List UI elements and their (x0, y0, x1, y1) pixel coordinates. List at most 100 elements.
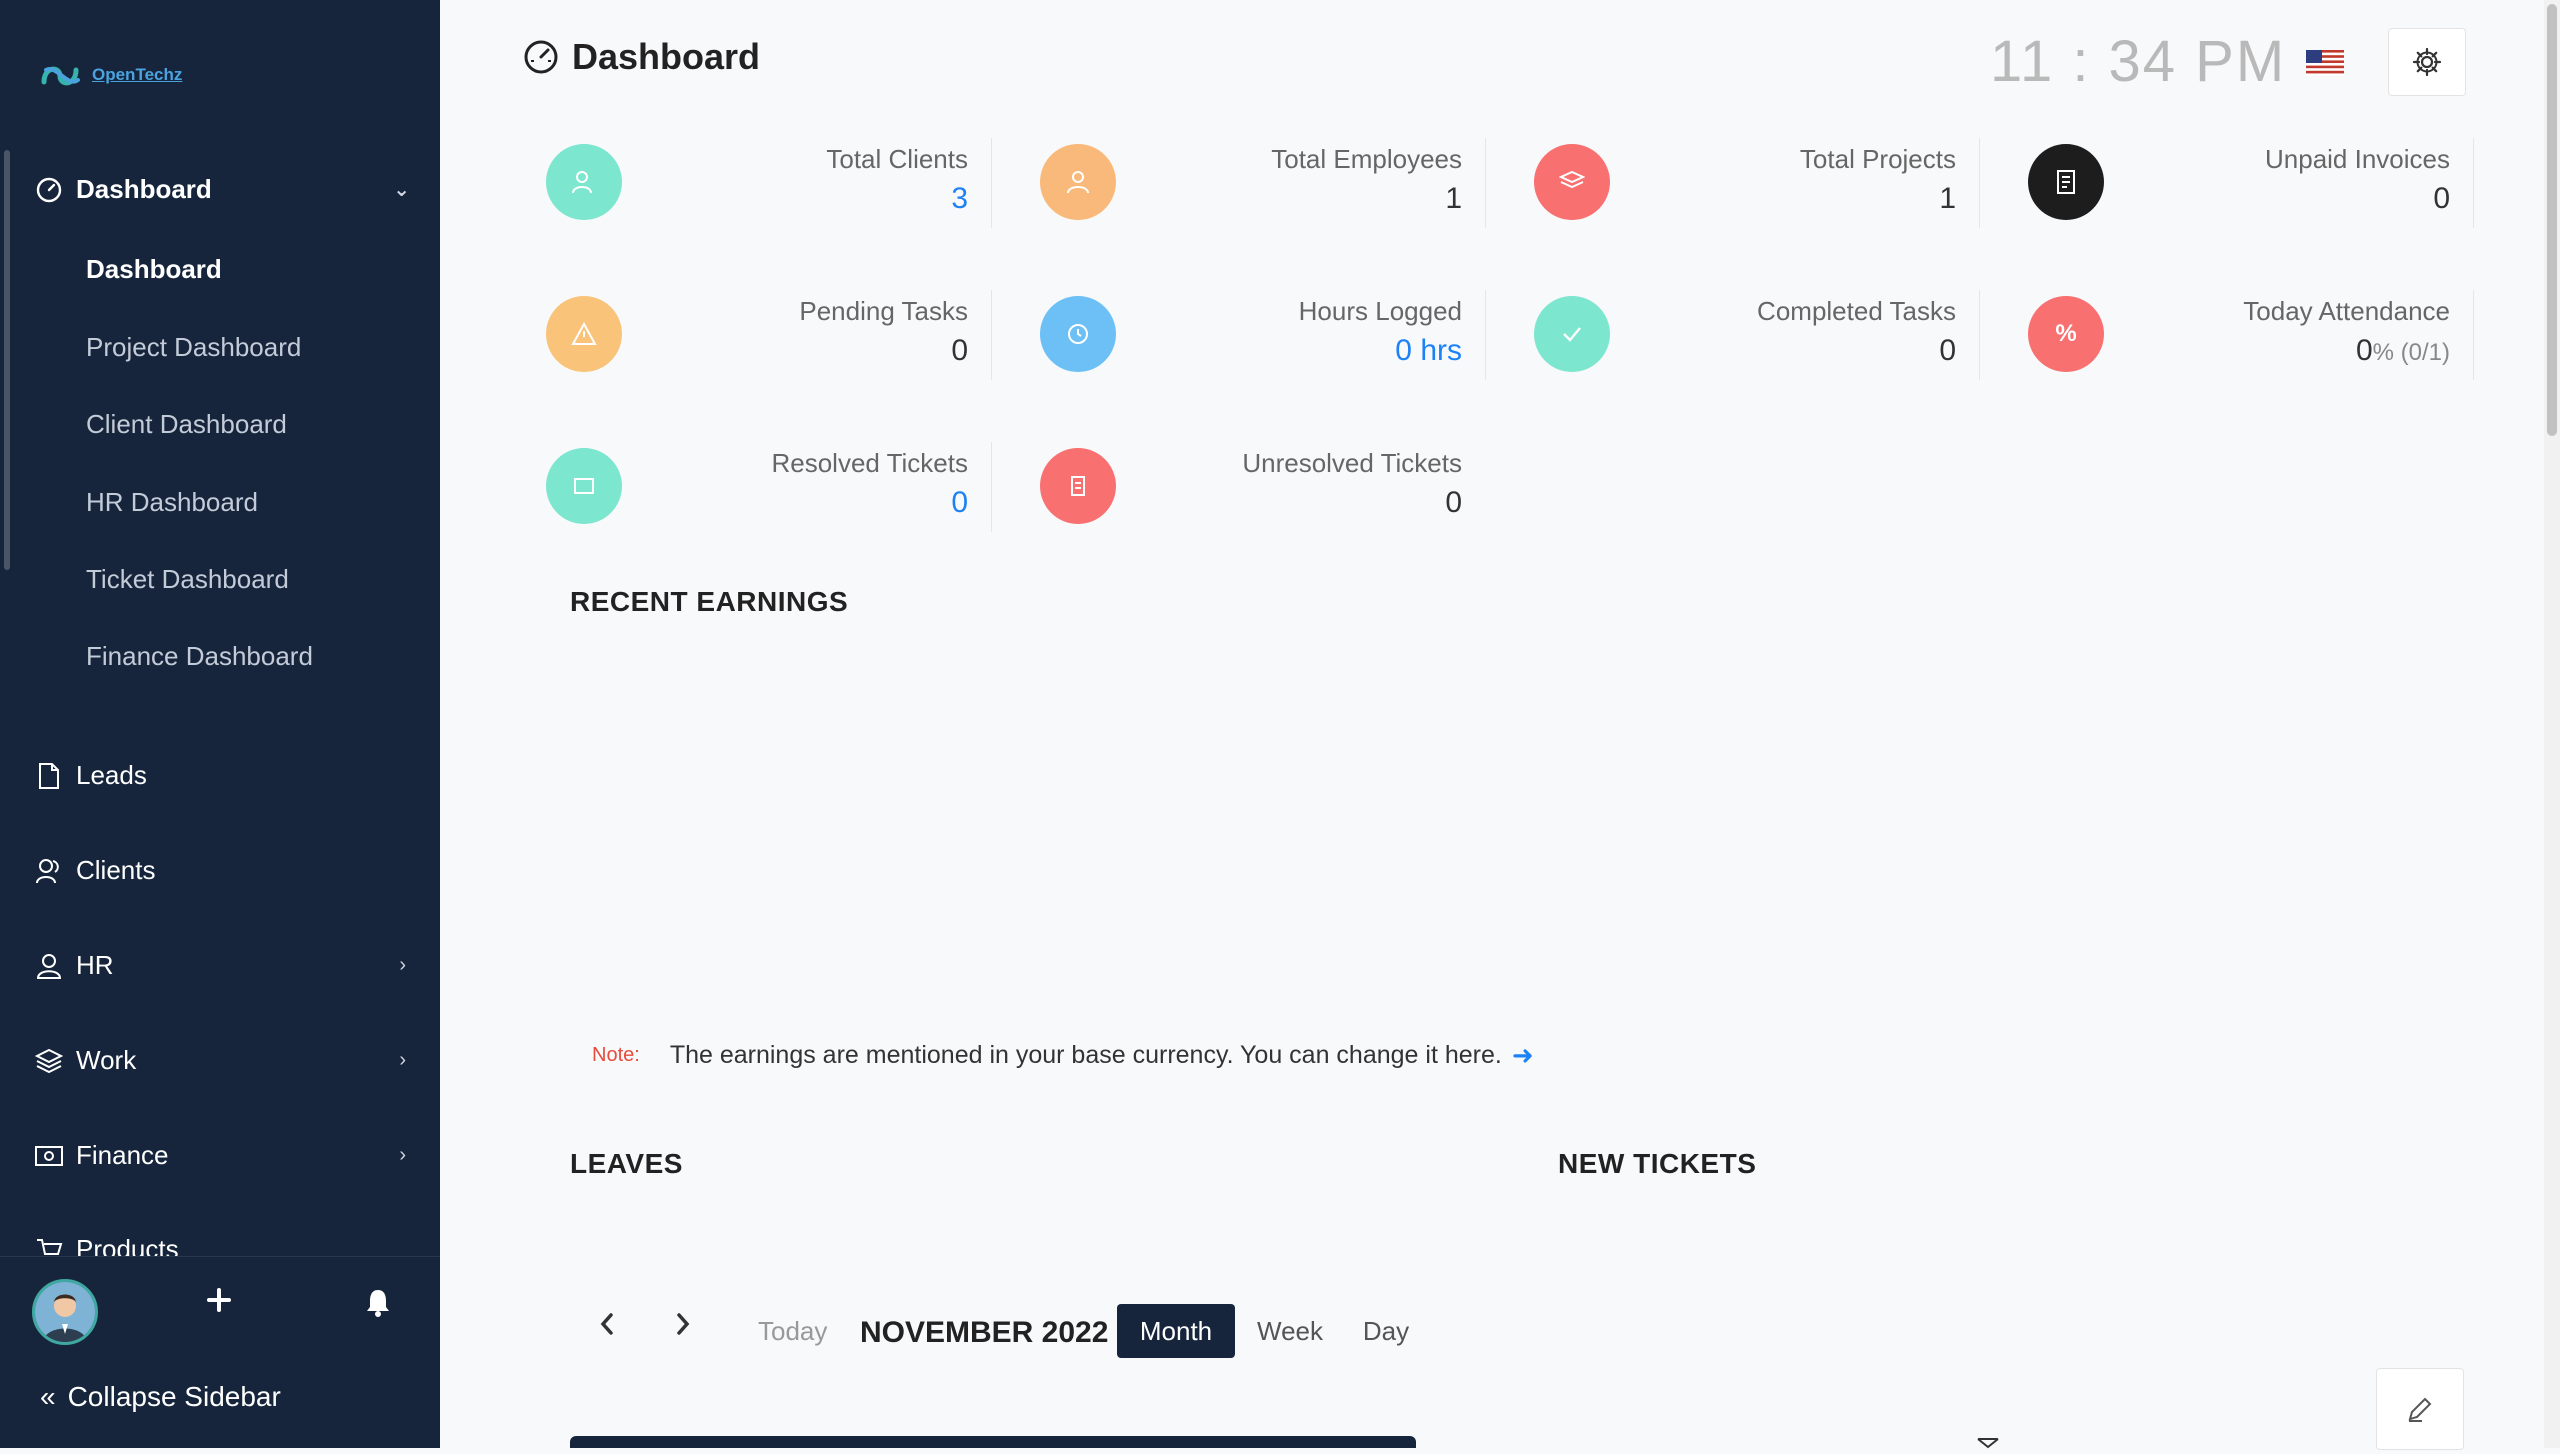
collapse-sidebar-button[interactable]: « Collapse Sidebar (40, 1381, 281, 1413)
sidebar-item-label: Work (76, 1045, 137, 1075)
stat-value: 0 (951, 334, 968, 367)
sidebar-subitem-dashboard[interactable]: Dashboard (86, 254, 222, 285)
stat-label: Unpaid Invoices (2265, 144, 2450, 174)
add-button[interactable] (206, 1283, 232, 1322)
employee-icon (1040, 144, 1116, 220)
stat-value[interactable]: 0 hrs (1395, 334, 1462, 368)
sidebar-subitem-client-dashboard[interactable]: Client Dashboard (86, 409, 287, 440)
logo-icon (41, 66, 80, 86)
gear-icon (2412, 47, 2442, 77)
note-text: The earnings are mentioned in your base … (669, 1041, 1502, 1069)
sidebar-item-work[interactable]: Work › (34, 1045, 406, 1076)
stat-value-suffix: % (0/1) (2372, 339, 2450, 366)
note-label: Note: (592, 1044, 640, 1066)
chevron-down-icon: ⌄ (393, 179, 410, 201)
calendar-title: NOVEMBER 2022 (860, 1316, 1109, 1349)
sidebar-footer: « Collapse Sidebar (0, 1256, 440, 1448)
ticket-check-icon (546, 448, 622, 524)
divider (991, 442, 992, 532)
sidebar-item-label: HR (76, 950, 114, 980)
arrow-right-icon[interactable]: ➜ (1512, 1040, 1534, 1071)
warning-icon (546, 296, 622, 372)
stat-card-unresolved-tickets[interactable]: Unresolved Tickets 0 (1016, 426, 1486, 546)
double-chevron-left-icon: « (40, 1381, 56, 1412)
stat-label: Today Attendance (2243, 296, 2450, 326)
stat-card-today-attendance[interactable]: % Today Attendance 0% (0/1) (2004, 274, 2474, 394)
chevron-right-icon: › (399, 954, 406, 976)
earnings-note: Note: The earnings are mentioned in your… (592, 1040, 1534, 1071)
speedometer-icon (524, 40, 558, 74)
divider (1979, 290, 1980, 380)
divider (991, 290, 992, 380)
sidebar-item-hr[interactable]: HR › (34, 950, 406, 981)
divider (1485, 138, 1486, 228)
page-title: Dashboard (522, 36, 760, 78)
calendar-view-week[interactable]: Week (1240, 1304, 1340, 1358)
check-icon (1534, 296, 1610, 372)
layers-icon (1534, 144, 1610, 220)
calendar-view-month[interactable]: Month (1117, 1304, 1235, 1358)
stat-card-hours-logged[interactable]: Hours Logged 0 hrs (1016, 274, 1486, 394)
chevron-right-icon: › (399, 1144, 406, 1166)
stat-card-total-employees[interactable]: Total Employees 1 (1016, 122, 1486, 242)
stat-label: Hours Logged (1298, 296, 1462, 326)
sidebar-subitem-hr-dashboard[interactable]: HR Dashboard (86, 487, 258, 518)
stat-value: 0 (1939, 334, 1956, 367)
sidebar: OpenTechz Dashboard ⌄ Dashboard Project … (0, 0, 440, 1448)
stat-card-completed-tasks[interactable]: Completed Tasks 0 (1510, 274, 1980, 394)
money-icon (34, 1141, 64, 1171)
sidebar-item-dashboard[interactable]: Dashboard ⌄ (34, 174, 410, 205)
stat-value-wrapper: 0% (0/1) (2356, 334, 2450, 368)
pencil-icon (2408, 1397, 2432, 1422)
stat-label: Total Clients (826, 144, 968, 174)
layers-icon (34, 1046, 64, 1076)
calendar-prev-button[interactable] (596, 1308, 618, 1347)
stat-card-total-projects[interactable]: Total Projects 1 (1510, 122, 1980, 242)
ticket-icon (1976, 1436, 2000, 1454)
ticket-icon (1040, 448, 1116, 524)
sidebar-item-finance[interactable]: Finance › (34, 1140, 406, 1171)
collapse-sidebar-label: Collapse Sidebar (67, 1381, 281, 1412)
stat-label: Total Employees (1271, 144, 1462, 174)
settings-button[interactable] (2388, 28, 2466, 96)
calendar-today-button[interactable]: Today (758, 1316, 827, 1347)
recent-earnings-title: RECENT EARNINGS (570, 586, 849, 617)
stat-card-resolved-tickets[interactable]: Resolved Tickets 0 (522, 426, 992, 546)
stat-value[interactable]: 0 (951, 486, 968, 520)
page-scrollbar-thumb[interactable] (2547, 4, 2557, 436)
calendar-view-day[interactable]: Day (1346, 1304, 1426, 1358)
chevron-left-icon (600, 1313, 613, 1335)
stat-label: Resolved Tickets (771, 448, 968, 478)
clock: 11 : 34 PM (1990, 29, 2287, 94)
stat-label: Completed Tasks (1757, 296, 1956, 326)
calendar-next-button[interactable] (672, 1308, 694, 1347)
plus-icon (207, 1288, 231, 1312)
new-tickets-title: NEW TICKETS (1558, 1148, 1757, 1179)
sidebar-subitem-project-dashboard[interactable]: Project Dashboard (86, 332, 301, 363)
invoice-icon (2028, 144, 2104, 220)
divider (2473, 290, 2474, 380)
sidebar-item-label: Clients (76, 855, 156, 885)
brand-logo[interactable]: OpenTechz (38, 58, 182, 92)
notifications-button[interactable] (364, 1287, 392, 1322)
stat-value: 0 (1445, 486, 1462, 519)
sidebar-item-clients[interactable]: Clients (34, 855, 155, 886)
sidebar-scrollbar[interactable] (4, 150, 10, 570)
stat-card-total-clients[interactable]: Total Clients 3 (522, 122, 992, 242)
chevron-right-icon: › (399, 1049, 406, 1071)
user-icon (34, 951, 64, 981)
stat-value[interactable]: 3 (951, 182, 968, 216)
avatar[interactable] (32, 1279, 98, 1345)
divider (2473, 138, 2474, 228)
stat-value: 0 (2355, 334, 2373, 367)
sidebar-subitem-ticket-dashboard[interactable]: Ticket Dashboard (86, 564, 289, 595)
stat-label: Total Projects (1799, 144, 1956, 174)
stat-card-unpaid-invoices[interactable]: Unpaid Invoices 0 (2004, 122, 2474, 242)
divider (1979, 138, 1980, 228)
edit-button[interactable] (2376, 1368, 2464, 1450)
stat-value: 0 (2433, 182, 2450, 215)
us-flag-icon[interactable] (2306, 50, 2344, 76)
sidebar-item-leads[interactable]: Leads (34, 760, 147, 791)
sidebar-subitem-finance-dashboard[interactable]: Finance Dashboard (86, 641, 313, 672)
stat-card-pending-tasks[interactable]: Pending Tasks 0 (522, 274, 992, 394)
